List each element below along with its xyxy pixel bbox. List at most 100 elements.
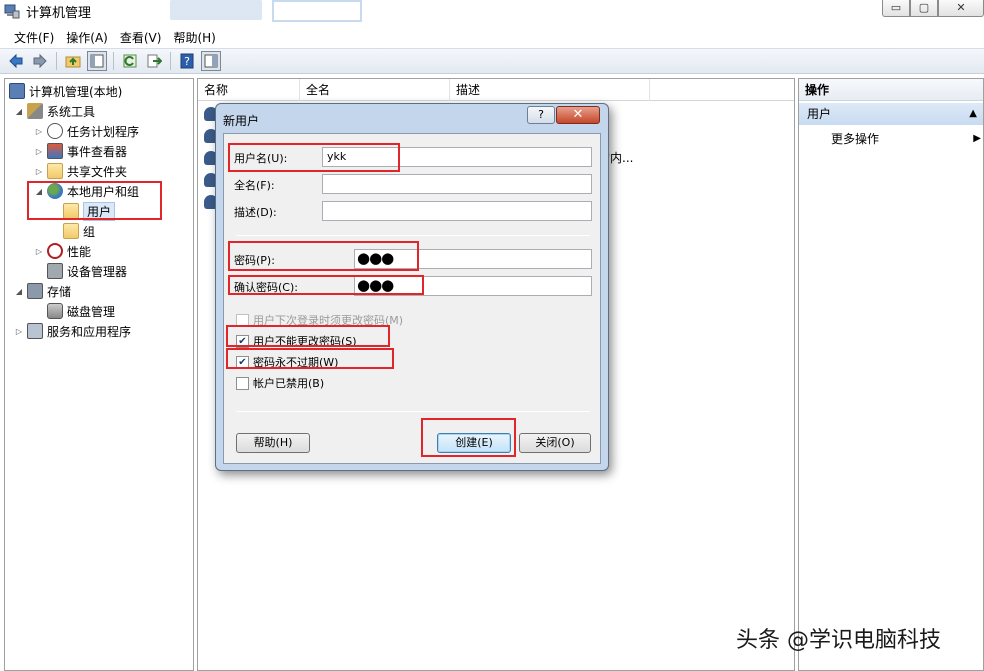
window-title: 计算机管理 [26,6,92,21]
minimize-button[interactable]: ▭ [882,0,910,17]
shared-folder-icon [47,163,63,179]
dialog-help-button[interactable]: ? [527,106,555,124]
more-actions-item[interactable]: 更多操作 ▶ [831,129,981,149]
collapse-arrow-icon[interactable]: ▲ [969,103,977,125]
toolbar-separator [170,52,171,70]
tree-item-device-manager[interactable]: 设备管理器 [45,261,127,281]
menu-bar: 文件(F) 操作(A) 查看(V) 帮助(H) [0,26,984,48]
fullname-label: 全名(F): [234,179,275,192]
create-button[interactable]: 创建(E) [437,433,511,453]
dialog-title: 新用户 [223,114,260,128]
close-dialog-button[interactable]: 关闭(O) [519,433,591,453]
background-window-blur [272,0,362,22]
computer-icon [9,83,25,99]
checkbox-box[interactable] [236,313,249,327]
fullname-input[interactable] [322,174,592,194]
tree-item-system-tools[interactable]: ◢ 系统工具 [13,101,95,121]
disk-icon [47,303,63,319]
performance-icon [47,243,63,259]
folder-icon [63,223,79,239]
password-label: 密码(P): [234,254,275,267]
column-header-name[interactable]: 名称 [198,79,300,101]
menu-file[interactable]: 文件(F) [8,29,60,46]
actions-header: 操作 [799,79,983,101]
tree-item-disk-management[interactable]: 磁盘管理 [45,301,115,321]
separator [236,235,590,236]
tree-item-users[interactable]: 用户 [61,201,116,221]
back-icon[interactable] [6,51,26,71]
tree-item-performance[interactable]: ▷ 性能 [33,241,91,261]
column-header-description[interactable]: 描述 [450,79,650,101]
clock-icon [47,123,63,139]
toolbar: ? [0,48,984,74]
confirm-password-input[interactable]: ●●● [354,276,592,296]
show-action-pane-icon[interactable] [201,51,221,71]
separator [236,411,590,412]
password-never-expires-checkbox[interactable]: ✔ 密码永不过期(W) [236,354,338,370]
collapsed-arrow-icon[interactable]: ▷ [33,247,45,256]
collapsed-arrow-icon[interactable]: ▷ [33,147,45,156]
menu-help[interactable]: 帮助(H) [167,29,221,46]
svg-text:?: ? [184,55,190,68]
must-change-password-checkbox[interactable]: 用户下次登录时须更改密码(M) [236,312,403,328]
watermark: 头条 @学识电脑科技 [736,628,941,653]
checkmark-icon[interactable]: ✔ [236,334,249,348]
forward-icon[interactable] [30,51,50,71]
expanded-arrow-icon[interactable]: ◢ [13,287,25,296]
checkbox-box[interactable] [236,376,249,390]
toolbar-separator [113,52,114,70]
toolbar-separator [56,52,57,70]
tree-item-task-scheduler[interactable]: ▷ 任务计划程序 [33,121,139,141]
event-log-icon [47,143,63,159]
background-window-blur [170,0,262,20]
dialog-close-button[interactable]: ✕ [556,106,600,124]
username-label: 用户名(U): [234,152,288,165]
password-input[interactable]: ●●● [354,249,592,269]
tree-item-services-apps[interactable]: ▷ 服务和应用程序 [13,321,131,341]
confirm-password-label: 确认密码(C): [234,281,298,294]
submenu-arrow-icon: ▶ [973,133,981,144]
checkmark-icon[interactable]: ✔ [236,355,249,369]
up-folder-icon[interactable] [63,51,83,71]
title-bar: 计算机管理 ▭ ▢ ✕ [0,0,984,24]
help-button[interactable]: 帮助(H) [236,433,310,453]
help-icon[interactable]: ? [177,51,197,71]
services-icon [27,323,43,339]
folder-icon [63,203,79,219]
username-input[interactable]: ykk [322,147,592,167]
tree-item-local-users-groups[interactable]: ◢ 本地用户和组 [33,181,139,201]
console-tree: 计算机管理(本地) ◢ 系统工具 ▷ 任务计划程序 ▷ 事件查看器 ▷ 共享文件… [4,78,194,671]
close-button[interactable]: ✕ [938,0,984,17]
storage-icon [27,283,43,299]
column-headers: 名称 全名 描述 [198,79,794,101]
tools-icon [27,103,43,119]
collapsed-arrow-icon[interactable]: ▷ [33,127,45,136]
export-icon[interactable] [144,51,164,71]
description-input[interactable] [322,201,592,221]
description-label: 描述(D): [234,206,277,219]
actions-pane: 操作 用户 ▲ 更多操作 ▶ [798,78,984,671]
cannot-change-password-checkbox[interactable]: ✔ 用户不能更改密码(S) [236,333,357,349]
computer-management-icon [4,4,20,19]
refresh-icon[interactable] [120,51,140,71]
column-header-fullname[interactable]: 全名 [300,79,450,101]
menu-view[interactable]: 查看(V) [114,29,168,46]
tree-item-event-viewer[interactable]: ▷ 事件查看器 [33,141,127,161]
users-group-icon [47,183,63,199]
expanded-arrow-icon[interactable]: ◢ [13,107,25,116]
new-user-dialog: 新用户 ? ✕ 用户名(U): ykk 全名(F): 描述(D): 密码(P):… [215,103,609,471]
expanded-arrow-icon[interactable]: ◢ [33,187,45,196]
collapsed-arrow-icon[interactable]: ▷ [33,167,45,176]
menu-action[interactable]: 操作(A) [60,29,114,46]
device-manager-icon [47,263,63,279]
tree-item-groups[interactable]: 组 [61,221,95,241]
dialog-body: 用户名(U): ykk 全名(F): 描述(D): 密码(P): ●●● 确认密… [223,133,601,464]
tree-item-root[interactable]: 计算机管理(本地) [7,81,122,101]
account-disabled-checkbox[interactable]: 帐户已禁用(B) [236,375,324,391]
collapsed-arrow-icon[interactable]: ▷ [13,327,25,336]
actions-section-users[interactable]: 用户 ▲ [799,103,983,125]
show-tree-icon[interactable] [87,51,107,71]
maximize-button[interactable]: ▢ [910,0,938,17]
tree-item-storage[interactable]: ◢ 存储 [13,281,71,301]
tree-item-shared-folders[interactable]: ▷ 共享文件夹 [33,161,127,181]
